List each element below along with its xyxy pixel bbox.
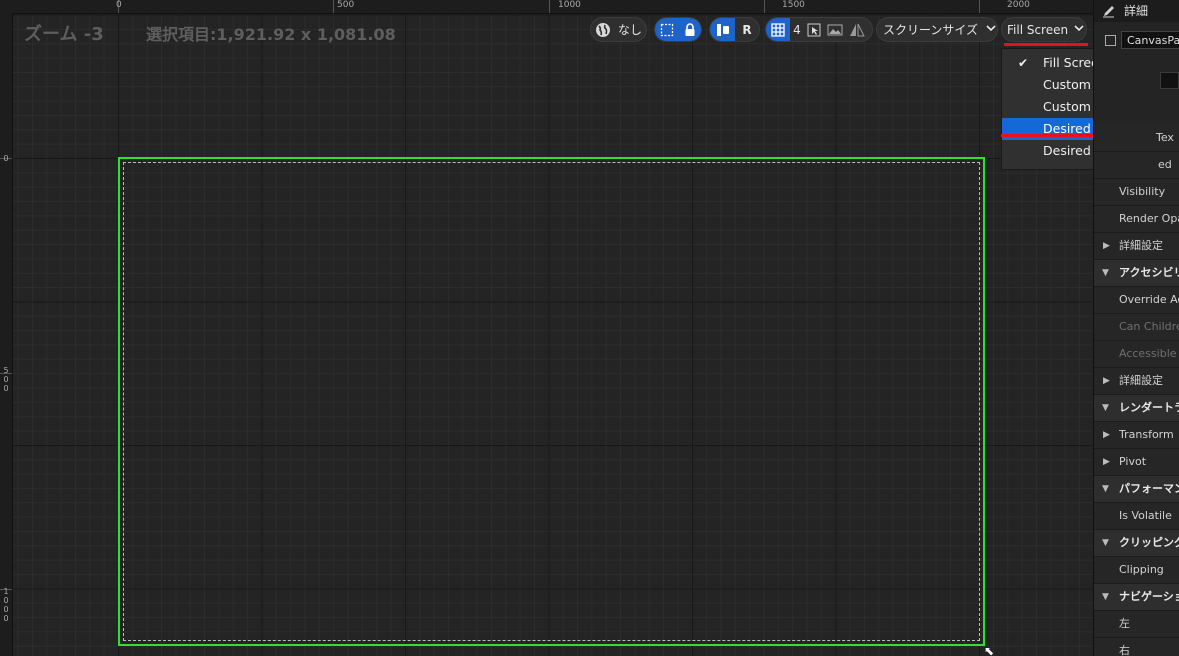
ruler-left-label: 1000 bbox=[3, 587, 9, 623]
respect-lock-icon[interactable] bbox=[710, 18, 735, 41]
root-widget-outline[interactable] bbox=[118, 157, 985, 646]
zoom-level-label: ズーム -3 bbox=[24, 24, 104, 45]
expand-arrow-icon[interactable]: ▼ bbox=[1102, 395, 1109, 421]
localization-preview-group[interactable]: なし bbox=[590, 17, 647, 42]
ruler-left-label: 0 bbox=[3, 154, 9, 163]
grid-snap-value[interactable]: 4 bbox=[790, 18, 804, 41]
row-label: 詳細設定 bbox=[1119, 239, 1163, 252]
row-label: Visibility bbox=[1119, 185, 1166, 198]
row-label: Render Opacity bbox=[1119, 212, 1179, 225]
flip-icon[interactable] bbox=[846, 18, 868, 41]
row-label: Override Accessible bbox=[1119, 293, 1179, 306]
left-ruler: 0 500 1000 bbox=[0, 13, 13, 656]
marquee-lock-group[interactable] bbox=[654, 17, 702, 42]
details-property[interactable]: Clipping bbox=[1094, 557, 1179, 584]
details-group[interactable]: ▶ 詳細設定 bbox=[1094, 368, 1179, 395]
chevron-down-icon bbox=[986, 24, 996, 35]
menu-item-label: Custom bbox=[1043, 77, 1091, 92]
details-search-input[interactable] bbox=[1160, 72, 1179, 89]
details-property: Can Children be Accessible bbox=[1094, 314, 1179, 341]
grid-icon[interactable] bbox=[766, 18, 790, 41]
details-property[interactable]: 左 bbox=[1094, 611, 1179, 638]
root-widget-bounds bbox=[123, 162, 980, 641]
expand-arrow-icon[interactable]: ▼ bbox=[1102, 260, 1109, 286]
row-label: 左 bbox=[1119, 617, 1130, 630]
checkmark-icon: ✔ bbox=[1018, 56, 1029, 70]
details-category[interactable]: ▼ ナビゲーション bbox=[1094, 584, 1179, 611]
fill-screen-label[interactable]: Fill Screen bbox=[1002, 23, 1072, 37]
expand-arrow-icon[interactable]: ▼ bbox=[1102, 476, 1109, 502]
details-property[interactable]: Tex bbox=[1094, 125, 1179, 152]
ruler-top-label: 1500 bbox=[782, 0, 805, 10]
top-ruler: 0 500 1000 1500 2000 bbox=[0, 0, 1093, 14]
details-group[interactable]: ▶ Transform bbox=[1094, 422, 1179, 449]
row-label: ナビゲーション bbox=[1119, 590, 1179, 603]
row-label: Pivot bbox=[1119, 455, 1147, 468]
row-label: Is Volatile bbox=[1119, 509, 1172, 522]
details-property[interactable]: Visibility bbox=[1094, 179, 1179, 206]
row-label: Clipping bbox=[1119, 563, 1164, 576]
cursor-icon[interactable] bbox=[804, 18, 824, 41]
details-property[interactable]: Is Volatile bbox=[1094, 503, 1179, 530]
designer-canvas[interactable]: 0 500 1000 1500 2000 0 500 1000 ズーム -3 選… bbox=[0, 0, 1093, 656]
image-icon[interactable] bbox=[824, 18, 846, 41]
collapse-arrow-icon[interactable]: ▶ bbox=[1103, 422, 1110, 448]
row-label: アクセシビリティ bbox=[1119, 266, 1179, 279]
widget-type-icon bbox=[1105, 35, 1116, 46]
marquee-select-icon[interactable] bbox=[655, 18, 679, 41]
details-property: Accessible Behavior bbox=[1094, 341, 1179, 368]
fill-screen-dropdown[interactable]: Fill Screen bbox=[1001, 17, 1087, 42]
widget-name-field[interactable]: CanvasPanel bbox=[1121, 31, 1179, 49]
row-label: Accessible Behavior bbox=[1119, 347, 1179, 360]
details-header: 詳細 bbox=[1094, 0, 1179, 22]
row-label: クリッピング bbox=[1119, 536, 1179, 549]
ruler-top-label: 500 bbox=[337, 0, 355, 10]
ruler-left-label: 500 bbox=[3, 366, 9, 393]
chevron-down-icon bbox=[1074, 24, 1084, 35]
pencil-icon bbox=[1102, 0, 1116, 22]
row-label: Can Children be Accessible bbox=[1119, 320, 1179, 333]
row-label: 右 bbox=[1119, 644, 1130, 656]
details-category[interactable]: ▼ レンダートランスフォーム bbox=[1094, 395, 1179, 422]
expand-arrow-icon[interactable]: ▼ bbox=[1102, 584, 1109, 610]
widget-name-row: CanvasPanel bbox=[1094, 30, 1179, 50]
rtl-group[interactable]: R bbox=[709, 17, 760, 42]
details-property[interactable]: ed bbox=[1094, 152, 1179, 179]
details-category[interactable]: ▼ アクセシビリティ bbox=[1094, 260, 1179, 287]
ruler-top-label: 1000 bbox=[558, 0, 581, 10]
details-property[interactable]: Render Opacity bbox=[1094, 206, 1179, 233]
ruler-top-label: 0 bbox=[116, 0, 122, 10]
localization-label[interactable]: なし bbox=[614, 21, 646, 38]
details-property[interactable]: Override Accessible bbox=[1094, 287, 1179, 314]
lock-icon[interactable] bbox=[679, 18, 701, 41]
row-label: ed bbox=[1158, 158, 1172, 171]
row-label: 詳細設定 bbox=[1119, 374, 1163, 387]
resize-handle-icon[interactable]: ⬉ bbox=[984, 644, 994, 656]
row-label: Transform bbox=[1119, 428, 1174, 441]
annotation-underline bbox=[1004, 43, 1088, 46]
collapse-arrow-icon[interactable]: ▶ bbox=[1103, 368, 1110, 394]
expand-arrow-icon[interactable]: ▼ bbox=[1102, 530, 1109, 556]
details-panel[interactable]: 詳細 CanvasPanel Tex ed Visibility Render Opa… bbox=[1093, 0, 1179, 656]
row-label: レンダートランスフォーム bbox=[1119, 401, 1179, 414]
details-title: 詳細 bbox=[1124, 4, 1149, 18]
rtl-toggle-button[interactable]: R bbox=[735, 18, 759, 41]
selection-size-label: 選択項目:1,921.92 x 1,081.08 bbox=[146, 25, 396, 44]
row-label: パフォーマンス bbox=[1119, 482, 1179, 495]
collapse-arrow-icon[interactable]: ▶ bbox=[1103, 449, 1110, 475]
details-group[interactable]: ▶ Pivot bbox=[1094, 449, 1179, 476]
grid-snap-group[interactable]: 4 bbox=[765, 17, 873, 42]
ruler-top-label: 2000 bbox=[1007, 0, 1030, 10]
details-category[interactable]: ▼ クリッピング bbox=[1094, 530, 1179, 557]
details-property[interactable]: 右 bbox=[1094, 638, 1179, 656]
globe-icon[interactable] bbox=[591, 18, 614, 41]
details-category[interactable]: ▼ パフォーマンス bbox=[1094, 476, 1179, 503]
details-group[interactable]: ▶ 詳細設定 bbox=[1094, 233, 1179, 260]
screen-size-dropdown[interactable]: スクリーンサイズ bbox=[876, 17, 998, 42]
row-label: Tex bbox=[1156, 131, 1174, 144]
collapse-arrow-icon[interactable]: ▶ bbox=[1103, 233, 1110, 259]
screen-size-label[interactable]: スクリーンサイズ bbox=[877, 21, 982, 38]
